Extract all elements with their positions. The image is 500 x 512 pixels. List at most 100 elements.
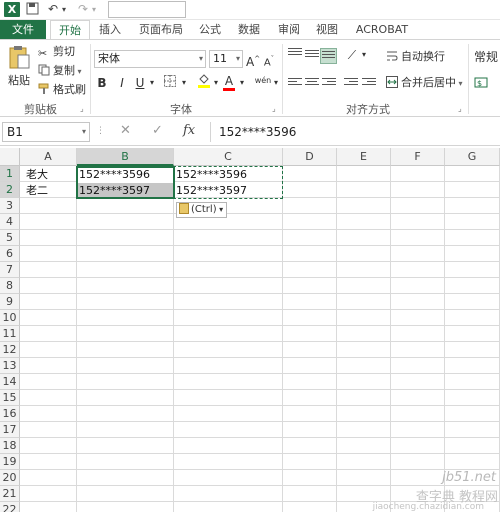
cell-a2[interactable]: 老二 xyxy=(24,183,76,198)
font-color-dropdown-icon[interactable]: ▾ xyxy=(238,74,246,92)
row-header-19[interactable]: 19 xyxy=(0,454,20,470)
underline-button[interactable]: U xyxy=(134,74,146,92)
column-header-d[interactable]: D xyxy=(283,148,337,166)
scissors-icon: ✂ xyxy=(38,47,48,60)
name-box[interactable]: B1 ▾ xyxy=(2,122,90,142)
align-bottom-icon[interactable] xyxy=(320,48,337,64)
row-header-2[interactable]: 2 xyxy=(0,182,20,198)
row-header-15[interactable]: 15 xyxy=(0,390,20,406)
row-header-18[interactable]: 18 xyxy=(0,438,20,454)
merge-center-button[interactable]: 合并后居中 ▾ xyxy=(386,76,463,91)
increase-indent-icon[interactable] xyxy=(362,78,376,90)
copy-label: 复制 xyxy=(53,64,75,77)
font-color-button[interactable]: A xyxy=(222,72,236,91)
alignment-launcher-icon[interactable]: ⌟ xyxy=(458,104,462,113)
column-header-e[interactable]: E xyxy=(337,148,391,166)
undo-dropdown-icon[interactable]: ▾ xyxy=(62,2,66,17)
cell-a1[interactable]: 老大 xyxy=(24,167,76,182)
row-header-17[interactable]: 17 xyxy=(0,422,20,438)
column-header-g[interactable]: G xyxy=(445,148,500,166)
decrease-indent-icon[interactable] xyxy=(344,78,358,90)
align-right-icon[interactable] xyxy=(322,78,336,90)
tab-insert[interactable]: 插入 xyxy=(92,20,128,40)
row-header-6[interactable]: 6 xyxy=(0,246,20,262)
row-header-8[interactable]: 8 xyxy=(0,278,20,294)
enter-icon[interactable]: ✓ xyxy=(152,123,163,138)
font-size-box[interactable]: 11 ▾ xyxy=(209,50,243,68)
select-all-corner[interactable] xyxy=(0,148,20,166)
row-header-16[interactable]: 16 xyxy=(0,406,20,422)
font-name-box[interactable]: 宋体 ▾ xyxy=(94,50,206,68)
selection-border xyxy=(76,166,175,199)
format-painter-button[interactable]: 格式刷 xyxy=(38,83,86,97)
clipboard-launcher-icon[interactable]: ⌟ xyxy=(80,104,84,113)
align-middle-icon[interactable] xyxy=(305,50,319,62)
row-header-3[interactable]: 3 xyxy=(0,198,20,214)
redo-icon[interactable]: ↷ xyxy=(78,2,88,17)
shrink-font-button[interactable]: Aˇ xyxy=(262,50,276,68)
cut-button[interactable]: ✂ 剪切 xyxy=(38,45,75,60)
paste-options-icon xyxy=(179,203,189,214)
copy-button[interactable]: 复制 ▾ xyxy=(38,64,82,79)
row-header-5[interactable]: 5 xyxy=(0,230,20,246)
column-header-c[interactable]: C xyxy=(174,148,283,166)
underline-dropdown-icon[interactable]: ▾ xyxy=(148,74,156,92)
row-header-1[interactable]: 1 xyxy=(0,166,20,182)
row-header-14[interactable]: 14 xyxy=(0,374,20,390)
align-top-icon[interactable] xyxy=(288,48,302,60)
row-gridline xyxy=(20,309,500,310)
undo-icon[interactable]: ↶ xyxy=(48,2,58,17)
italic-button[interactable]: I xyxy=(116,74,128,92)
fill-dropdown-icon[interactable]: ▾ xyxy=(212,74,220,92)
row-header-4[interactable]: 4 xyxy=(0,214,20,230)
tab-view[interactable]: 视图 xyxy=(310,20,344,40)
row-header-12[interactable]: 12 xyxy=(0,342,20,358)
column-header-a[interactable]: A xyxy=(20,148,77,166)
wrap-text-button[interactable]: 自动换行 xyxy=(386,50,445,64)
row-header-9[interactable]: 9 xyxy=(0,294,20,310)
tab-acrobat[interactable]: ACROBAT xyxy=(350,20,414,40)
tab-formulas[interactable]: 公式 xyxy=(194,20,226,40)
tab-review[interactable]: 审阅 xyxy=(272,20,306,40)
column-gridline xyxy=(444,166,445,512)
paste-options-button[interactable]: (Ctrl) ▾ xyxy=(176,202,228,218)
paste-icon xyxy=(9,46,30,69)
redo-dropdown-icon[interactable]: ▾ xyxy=(92,2,96,17)
font-launcher-icon[interactable]: ⌟ xyxy=(272,104,276,113)
save-icon[interactable] xyxy=(26,2,39,17)
row-header-21[interactable]: 21 xyxy=(0,486,20,502)
bold-button[interactable]: B xyxy=(96,74,108,92)
column-header-b[interactable]: B xyxy=(77,148,174,166)
fill-color-button[interactable] xyxy=(196,74,212,92)
paste-button[interactable]: 粘贴 xyxy=(6,44,32,88)
column-header-f[interactable]: F xyxy=(391,148,445,166)
cancel-icon[interactable]: ✕ xyxy=(120,123,131,138)
row-header-22[interactable]: 22 xyxy=(0,502,20,512)
formula-input[interactable]: 152****3596 xyxy=(210,122,498,142)
row-header-10[interactable]: 10 xyxy=(0,310,20,326)
align-center-icon[interactable] xyxy=(305,78,319,90)
phonetic-button[interactable]: wén xyxy=(254,72,272,90)
tab-file[interactable]: 文件 xyxy=(0,20,46,40)
accounting-format-icon[interactable]: $ xyxy=(474,76,492,94)
border-button[interactable] xyxy=(162,74,178,92)
tab-page-layout[interactable]: 页面布局 xyxy=(132,20,190,40)
row-header-11[interactable]: 11 xyxy=(0,326,20,342)
row-header-13[interactable]: 13 xyxy=(0,358,20,374)
border-dropdown-icon[interactable]: ▾ xyxy=(180,74,188,92)
orientation-icon[interactable]: ⟋ xyxy=(344,46,360,64)
tab-data[interactable]: 数据 xyxy=(232,20,266,40)
orientation-dropdown-icon[interactable]: ▾ xyxy=(360,46,368,64)
font-name-value: 宋体 xyxy=(98,52,120,65)
align-left-icon[interactable] xyxy=(288,78,302,90)
worksheet-grid[interactable]: ABCDEFG 1 2 3 4 5 6 7 8 9 10 11 12 13 14 15 16 17 18 19 20 2… xyxy=(0,148,500,512)
insert-function-button[interactable]: fx xyxy=(183,123,195,138)
phonetic-label: wén xyxy=(254,76,272,85)
number-format-box[interactable]: 常规 xyxy=(474,50,498,64)
phonetic-dropdown-icon[interactable]: ▾ xyxy=(272,74,280,92)
grow-font-button[interactable]: A^ xyxy=(246,50,260,69)
quick-access-box[interactable] xyxy=(108,1,186,18)
row-header-7[interactable]: 7 xyxy=(0,262,20,278)
tab-home[interactable]: 开始 xyxy=(50,20,90,40)
row-header-20[interactable]: 20 xyxy=(0,470,20,486)
